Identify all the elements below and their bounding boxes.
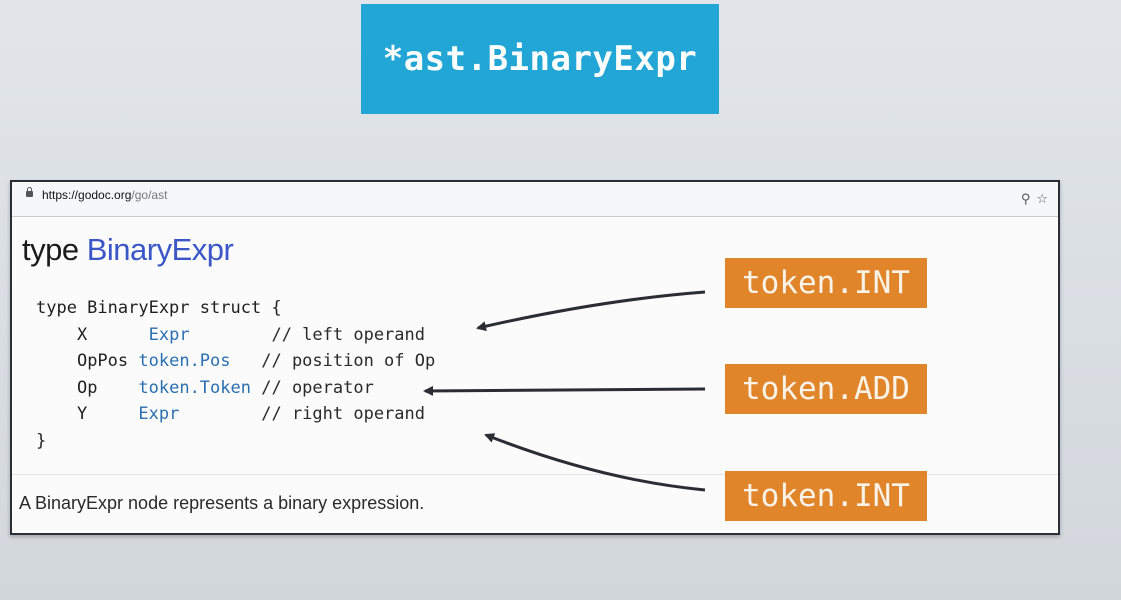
type-description: A BinaryExpr node represents a binary ex…: [19, 493, 425, 513]
annotation-label: token.INT: [742, 265, 910, 301]
code-struct-open: type BinaryExpr struct {: [36, 298, 282, 318]
code-block: type BinaryExpr struct { X Expr // left …: [36, 295, 435, 454]
field-name: OpPos: [76, 351, 129, 371]
code-struct-close: }: [36, 430, 47, 451]
annotation-badge-operator: token.ADD: [725, 364, 927, 414]
field-comment: // left operand: [271, 324, 425, 345]
zoom-icon[interactable]: ⚲: [1021, 192, 1031, 207]
field-comment: // right operand: [261, 404, 425, 424]
field-type[interactable]: token.Token: [138, 378, 251, 398]
field-comment: // operator: [261, 377, 374, 398]
field-name: Op: [76, 377, 98, 398]
heading-keyword: type: [22, 232, 79, 267]
field-type[interactable]: Expr: [149, 325, 190, 345]
lock-icon: [26, 187, 33, 197]
annotation-label: token.ADD: [742, 371, 910, 407]
bookmark-star-icon[interactable]: ☆: [1036, 192, 1048, 207]
annotation-label: token.INT: [742, 478, 910, 514]
page-title: type BinaryExpr: [22, 232, 234, 268]
url-text[interactable]: https://godoc.org/go/ast: [42, 188, 167, 202]
slide-title: *ast.BinaryExpr: [382, 39, 698, 79]
field-comment: // position of Op: [261, 351, 436, 371]
heading-type-name[interactable]: BinaryExpr: [87, 232, 234, 267]
address-bar[interactable]: https://godoc.org/go/ast ⚲ ☆: [12, 182, 1058, 217]
slide-title-box: *ast.BinaryExpr: [361, 4, 719, 114]
field-type[interactable]: Expr: [138, 404, 179, 424]
field-type[interactable]: token.Pos: [138, 351, 230, 371]
annotation-badge-left: token.INT: [725, 258, 927, 308]
field-name: Y: [76, 404, 88, 424]
annotation-badge-right: token.INT: [725, 471, 927, 521]
field-name: X: [76, 324, 88, 345]
